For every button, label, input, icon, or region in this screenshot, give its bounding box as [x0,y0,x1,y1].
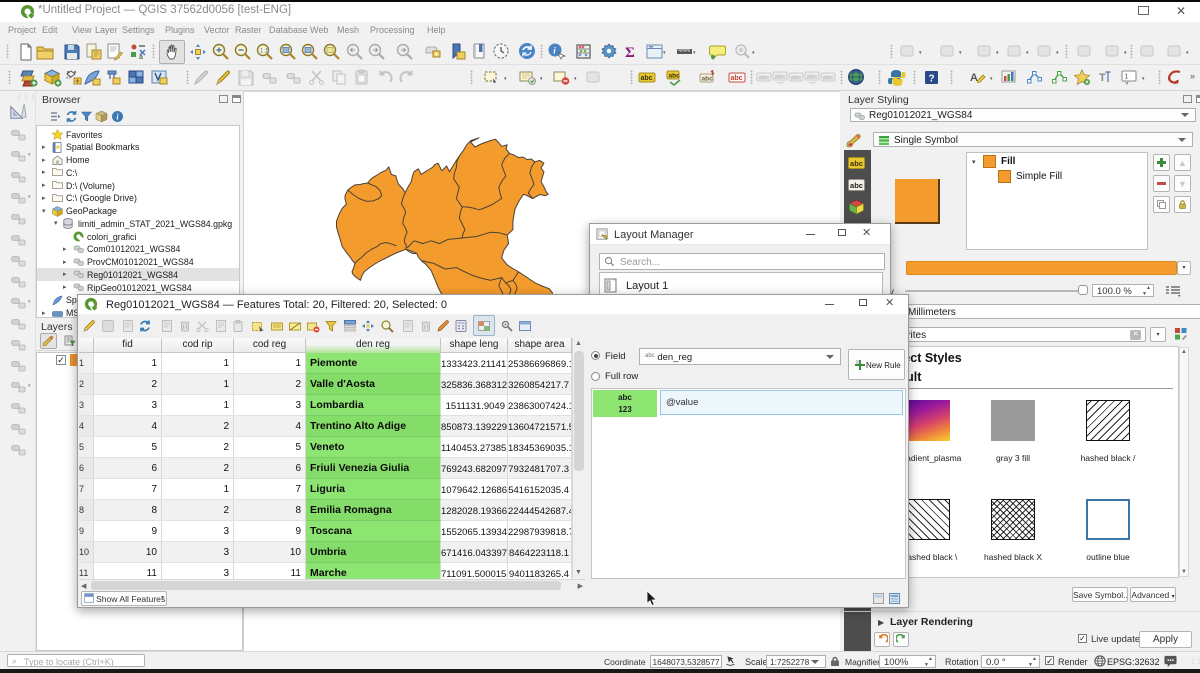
svg-text:abc: abc [759,75,771,82]
svg-text:abc: abc [702,76,714,83]
svg-text:abc: abc [731,75,743,82]
svg-text:1: 1 [1125,74,1129,81]
svg-text:A: A [970,72,978,84]
svg-text:Σ: Σ [625,45,635,61]
svg-text:?: ? [929,74,935,85]
svg-text:abc: abc [823,75,835,82]
svg-text:abc: abc [791,75,803,82]
svg-text:abc: abc [641,75,653,82]
svg-text:°°: °° [66,77,71,83]
svg-text:abc: abc [775,74,787,81]
svg-text:a: a [139,54,143,61]
svg-text:abc: abc [807,74,819,81]
svg-text:abc: abc [669,73,681,80]
svg-text:T: T [1099,72,1106,84]
